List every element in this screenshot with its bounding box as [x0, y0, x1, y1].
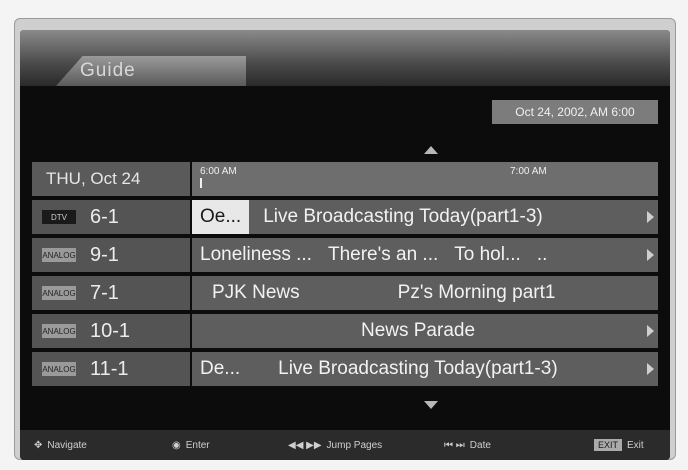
table-row[interactable]: ANALOG 11-1 De... Live Broadcasting Toda…	[32, 352, 658, 386]
channel-cell[interactable]: ANALOG 7-1	[32, 276, 190, 310]
program-list: Oe... Live Broadcasting Today(part1-3)	[192, 200, 658, 234]
program-cell[interactable]: Live Broadcasting Today(part1-3)	[255, 206, 551, 228]
program-list: News Parade	[192, 314, 658, 348]
program-cell[interactable]: News Parade	[353, 320, 483, 342]
hint-navigate: ✥ Navigate	[34, 440, 87, 451]
channel-number: 7-1	[90, 281, 119, 304]
channel-number: 11-1	[90, 357, 129, 380]
channel-cell[interactable]: ANALOG 11-1	[32, 352, 190, 386]
current-time-marker	[200, 178, 202, 188]
exit-key-icon: EXIT	[594, 439, 623, 451]
program-cell[interactable]: There's an ...	[320, 244, 446, 266]
channel-cell[interactable]: ANALOG 10-1	[32, 314, 190, 348]
channel-type-badge: ANALOG	[42, 286, 76, 300]
date-label: THU, Oct 24	[32, 162, 190, 196]
hint-enter-label: Enter	[185, 439, 210, 451]
program-cell[interactable]: ..	[529, 244, 556, 266]
skip-icon: ⏮ ⏭	[444, 439, 465, 451]
hint-date-label: Date	[469, 439, 491, 451]
program-list: De... Live Broadcasting Today(part1-3)	[192, 352, 658, 386]
program-list: PJK News Pz's Morning part1	[192, 276, 658, 310]
channel-cell[interactable]: ANALOG 9-1	[32, 238, 190, 272]
program-list: Loneliness ... There's an ... To hol... …	[192, 238, 658, 272]
channel-number: 6-1	[90, 205, 119, 228]
channel-type-badge: ANALOG	[42, 324, 76, 338]
footer-hints: ✥ Navigate ◉ Enter ◀◀ ▶▶ Jump Pages ⏮ ⏭ …	[20, 430, 670, 460]
program-grid: THU, Oct 24 6:00 AM 7:00 AM DTV 6-1 Oe..…	[32, 162, 658, 386]
channel-cell[interactable]: DTV 6-1	[32, 200, 190, 234]
grid-header: THU, Oct 24 6:00 AM 7:00 AM	[32, 162, 658, 196]
hint-jump: ◀◀ ▶▶ Jump Pages	[288, 440, 382, 451]
hint-enter: ◉ Enter	[172, 440, 210, 451]
chevron-right-icon[interactable]	[647, 325, 654, 337]
program-cell[interactable]: Live Broadcasting Today(part1-3)	[248, 358, 566, 380]
program-cell-selected[interactable]: Oe...	[192, 200, 250, 234]
table-row[interactable]: DTV 6-1 Oe... Live Broadcasting Today(pa…	[32, 200, 658, 234]
hint-exit: EXIT Exit	[594, 439, 644, 451]
program-cell[interactable]: Loneliness ...	[192, 244, 320, 266]
channel-type-badge: ANALOG	[42, 248, 76, 262]
current-datetime: Oct 24, 2002, AM 6:00	[492, 100, 658, 124]
table-row[interactable]: ANALOG 7-1 PJK News Pz's Morning part1	[32, 276, 658, 310]
guide-screen: Guide Oct 24, 2002, AM 6:00 THU, Oct 24 …	[20, 30, 670, 460]
time-label-next: 7:00 AM	[510, 166, 547, 177]
table-row[interactable]: ANALOG 9-1 Loneliness ... There's an ...…	[32, 238, 658, 272]
hint-exit-label: Exit	[627, 439, 644, 451]
program-cell[interactable]: De...	[192, 358, 248, 380]
title-bar: Guide	[20, 30, 670, 86]
scroll-down-icon[interactable]	[424, 401, 438, 409]
hint-date: ⏮ ⏭ Date	[444, 440, 491, 451]
chevron-right-icon[interactable]	[647, 363, 654, 375]
channel-number: 10-1	[90, 319, 131, 342]
scroll-up-icon[interactable]	[424, 146, 438, 154]
channel-type-badge: ANALOG	[42, 362, 76, 376]
program-cell[interactable]: To hol...	[446, 244, 529, 266]
chevron-right-icon[interactable]	[647, 249, 654, 261]
hint-navigate-label: Navigate	[47, 439, 87, 451]
time-label-start: 6:00 AM	[200, 166, 237, 177]
channel-number: 9-1	[90, 243, 119, 266]
page-title: Guide	[80, 60, 136, 81]
enter-icon: ◉	[172, 439, 181, 451]
program-cell[interactable]: Pz's Morning part1	[308, 282, 564, 304]
hint-jump-label: Jump Pages	[326, 439, 383, 451]
table-row[interactable]: ANALOG 10-1 News Parade	[32, 314, 658, 348]
rewind-forward-icon: ◀◀ ▶▶	[288, 439, 322, 451]
program-cell[interactable]: PJK News	[192, 282, 308, 304]
channel-type-badge: DTV	[42, 210, 76, 224]
time-header: 6:00 AM 7:00 AM	[192, 162, 658, 196]
chevron-right-icon[interactable]	[647, 211, 654, 223]
navigate-icon: ✥	[34, 439, 43, 451]
